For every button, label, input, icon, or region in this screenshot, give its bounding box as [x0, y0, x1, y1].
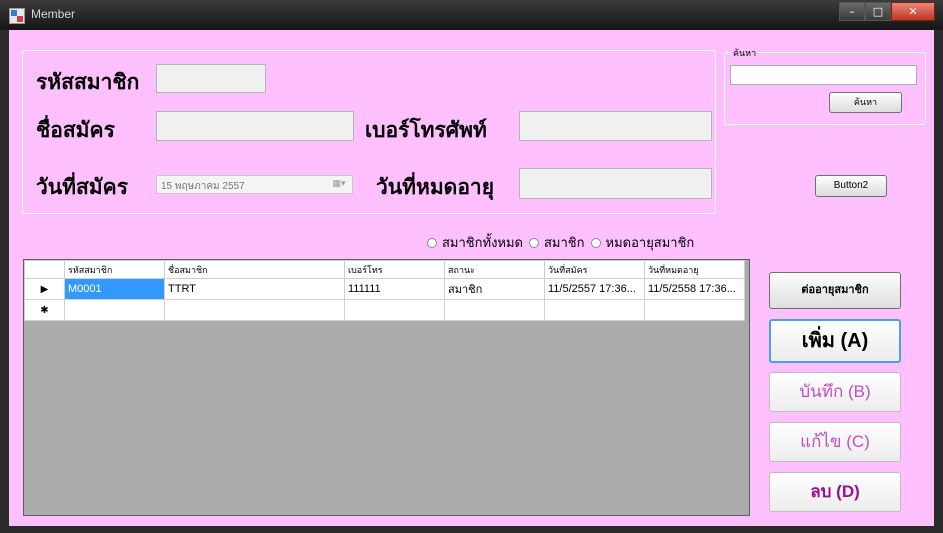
search-group-title: ค้นหา [731, 46, 759, 60]
new-row-icon[interactable]: ✱ [24, 299, 65, 321]
reg-date-label: วันที่สมัคร [36, 174, 128, 199]
column-header-member-name[interactable]: ชื่อสมาชิก [164, 260, 345, 279]
calendar-dropdown-icon[interactable]: ▦▾ [328, 178, 350, 191]
name-label: ชื่อสมัคร [36, 117, 115, 142]
cell-member-id[interactable]: M0001 [64, 278, 165, 300]
phone-label: เบอร์โทรศัพท์ [365, 117, 487, 142]
new-cell[interactable] [644, 299, 745, 321]
reg-date-picker[interactable]: 15 พฤษภาคม 2557 ▦▾ [156, 175, 353, 194]
delete-button[interactable]: ลบ (D) [769, 472, 901, 512]
maximize-button[interactable]: □ [865, 2, 891, 21]
close-button[interactable]: ✕ [891, 2, 935, 21]
radio-circle-icon [529, 237, 539, 248]
current-row-icon[interactable]: ▶ [24, 278, 65, 300]
title-bar[interactable]: Member – □ ✕ [0, 0, 943, 30]
new-cell[interactable] [64, 299, 165, 321]
cell-reg-date[interactable]: 11/5/2557 17:36... [544, 278, 645, 300]
minimize-button[interactable]: – [839, 2, 865, 21]
cell-member-name[interactable]: TTRT [164, 278, 345, 300]
radio-circle-icon [427, 237, 437, 248]
member-id-input[interactable] [156, 64, 266, 93]
phone-input[interactable] [519, 111, 712, 141]
column-header-reg-date[interactable]: วันที่สมัคร [544, 260, 645, 279]
add-button[interactable]: เพิ่ม (A) [769, 319, 901, 363]
new-cell[interactable] [444, 299, 545, 321]
filter-expired-radio[interactable]: หมดอายุสมาชิก [590, 232, 695, 253]
column-header-phone[interactable]: เบอร์โทร [344, 260, 445, 279]
search-group [724, 52, 926, 125]
filter-all-label: สมาชิกทั้งหมด [442, 236, 523, 251]
filter-all-radio[interactable]: สมาชิกทั้งหมด [427, 232, 523, 253]
window-title: Member [31, 7, 76, 21]
filter-member-radio[interactable]: สมาชิก [529, 232, 585, 253]
cell-status[interactable]: สมาชิก [444, 278, 545, 300]
column-header-member-id[interactable]: รหัสสมาชิก [64, 260, 165, 279]
search-button[interactable]: ค้นหา [829, 92, 902, 113]
table-row[interactable]: ▶ M0001 TTRT 111111 สมาชิก 11/5/2557 17:… [24, 278, 745, 300]
renew-member-button[interactable]: ต่ออายุสมาชิก [769, 272, 901, 309]
radio-circle-icon [590, 237, 601, 248]
grid-corner-cell [24, 260, 65, 279]
new-cell[interactable] [164, 299, 345, 321]
name-input[interactable] [156, 111, 354, 141]
column-header-exp-date[interactable]: วันที่หมดอายุ [644, 260, 745, 279]
cell-exp-date[interactable]: 11/5/2558 17:36... [644, 278, 745, 300]
form-client-area: รหัสสมาชิก ชื่อสมัคร เบอร์โทรศัพท์ วันที… [9, 30, 934, 526]
member-filter-radios: สมาชิกทั้งหมด สมาชิก หมดอายุสมาชิก [427, 232, 700, 253]
grid-table: รหัสสมาชิก ชื่อสมาชิก เบอร์โทร สถานะ วัน… [24, 260, 745, 321]
search-input[interactable] [730, 65, 917, 85]
edit-button[interactable]: แก้ไข (C) [769, 422, 901, 462]
exp-date-label: วันที่หมดอายุ [376, 174, 495, 199]
new-cell[interactable] [544, 299, 645, 321]
reg-date-value: 15 พฤษภาคม 2557 [161, 181, 245, 192]
new-cell[interactable] [344, 299, 445, 321]
cell-phone[interactable]: 111111 [344, 278, 445, 300]
grid-header-row: รหัสสมาชิก ชื่อสมาชิก เบอร์โทร สถานะ วัน… [24, 260, 745, 279]
save-button[interactable]: บันทึก (B) [769, 372, 901, 412]
filter-expired-label: หมดอายุสมาชิก [605, 236, 695, 251]
new-row[interactable]: ✱ [24, 299, 745, 321]
button2[interactable]: Button2 [815, 175, 887, 197]
app-icon [9, 8, 25, 24]
exp-date-input[interactable] [519, 168, 712, 199]
member-data-grid[interactable]: รหัสสมาชิก ชื่อสมาชิก เบอร์โทร สถานะ วัน… [23, 259, 750, 516]
column-header-status[interactable]: สถานะ [444, 260, 545, 279]
filter-member-label: สมาชิก [544, 236, 585, 251]
member-window: Member – □ ✕ รหัสสมาชิก ชื่อสมัคร เบอร์โ… [0, 0, 943, 533]
member-id-label: รหัสสมาชิก [36, 69, 140, 94]
